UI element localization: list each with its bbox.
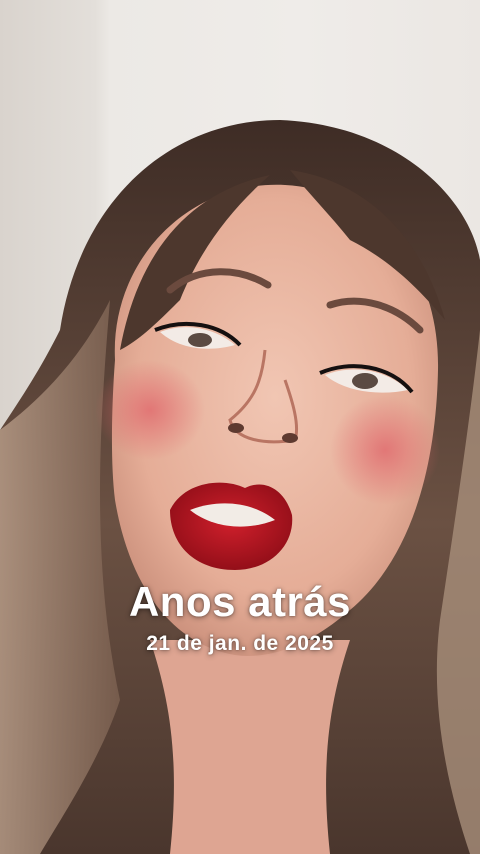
memory-caption: Anos atrás 21 de jan. de 2025 [0,578,480,656]
date-label: 21 de jan. de 2025 [146,632,334,655]
story-photo: Anos atrás 21 de jan. de 2025 [0,0,480,854]
headline: Anos atrás [128,578,352,625]
selfie-portrait [0,120,480,854]
